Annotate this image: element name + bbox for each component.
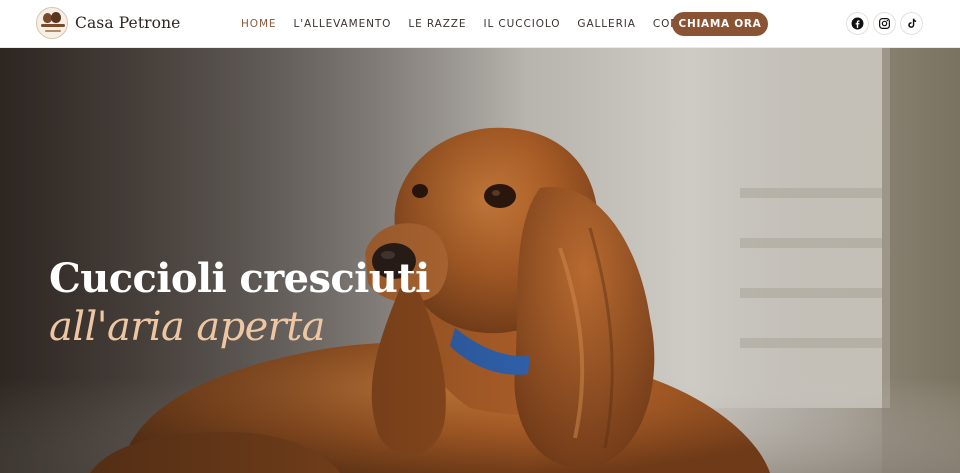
hero-subtitle: all'aria aperta [49, 304, 326, 350]
main-nav: HOME L'ALLEVAMENTO LE RAZZE IL CUCCIOLO … [241, 0, 728, 48]
hero-title: Cuccioli cresciuti [49, 255, 430, 302]
nav-item-razze[interactable]: LE RAZZE [408, 18, 466, 30]
nav-item-galleria[interactable]: GALLERIA [577, 18, 635, 30]
facebook-icon [851, 17, 864, 30]
nav-item-cucciolo[interactable]: IL CUCCIOLO [483, 18, 560, 30]
call-now-button[interactable]: CHIAMA ORA [672, 12, 768, 36]
tiktok-icon [908, 18, 917, 28]
nav-item-allevamento[interactable]: L'ALLEVAMENTO [293, 18, 391, 30]
tiktok-link[interactable] [900, 12, 923, 35]
brand-name: Casa Petrone [75, 14, 181, 32]
nav-item-home[interactable]: HOME [241, 18, 276, 30]
site-header: Casa Petrone HOME L'ALLEVAMENTO LE RAZZE… [0, 0, 960, 48]
hero-section: Cuccioli cresciuti all'aria aperta [0, 48, 960, 473]
social-links [846, 12, 927, 35]
facebook-link[interactable] [846, 12, 869, 35]
instagram-icon [879, 18, 890, 29]
instagram-link[interactable] [873, 12, 896, 35]
brand-link[interactable]: Casa Petrone [36, 7, 180, 39]
puppies-logo-icon [36, 7, 68, 39]
